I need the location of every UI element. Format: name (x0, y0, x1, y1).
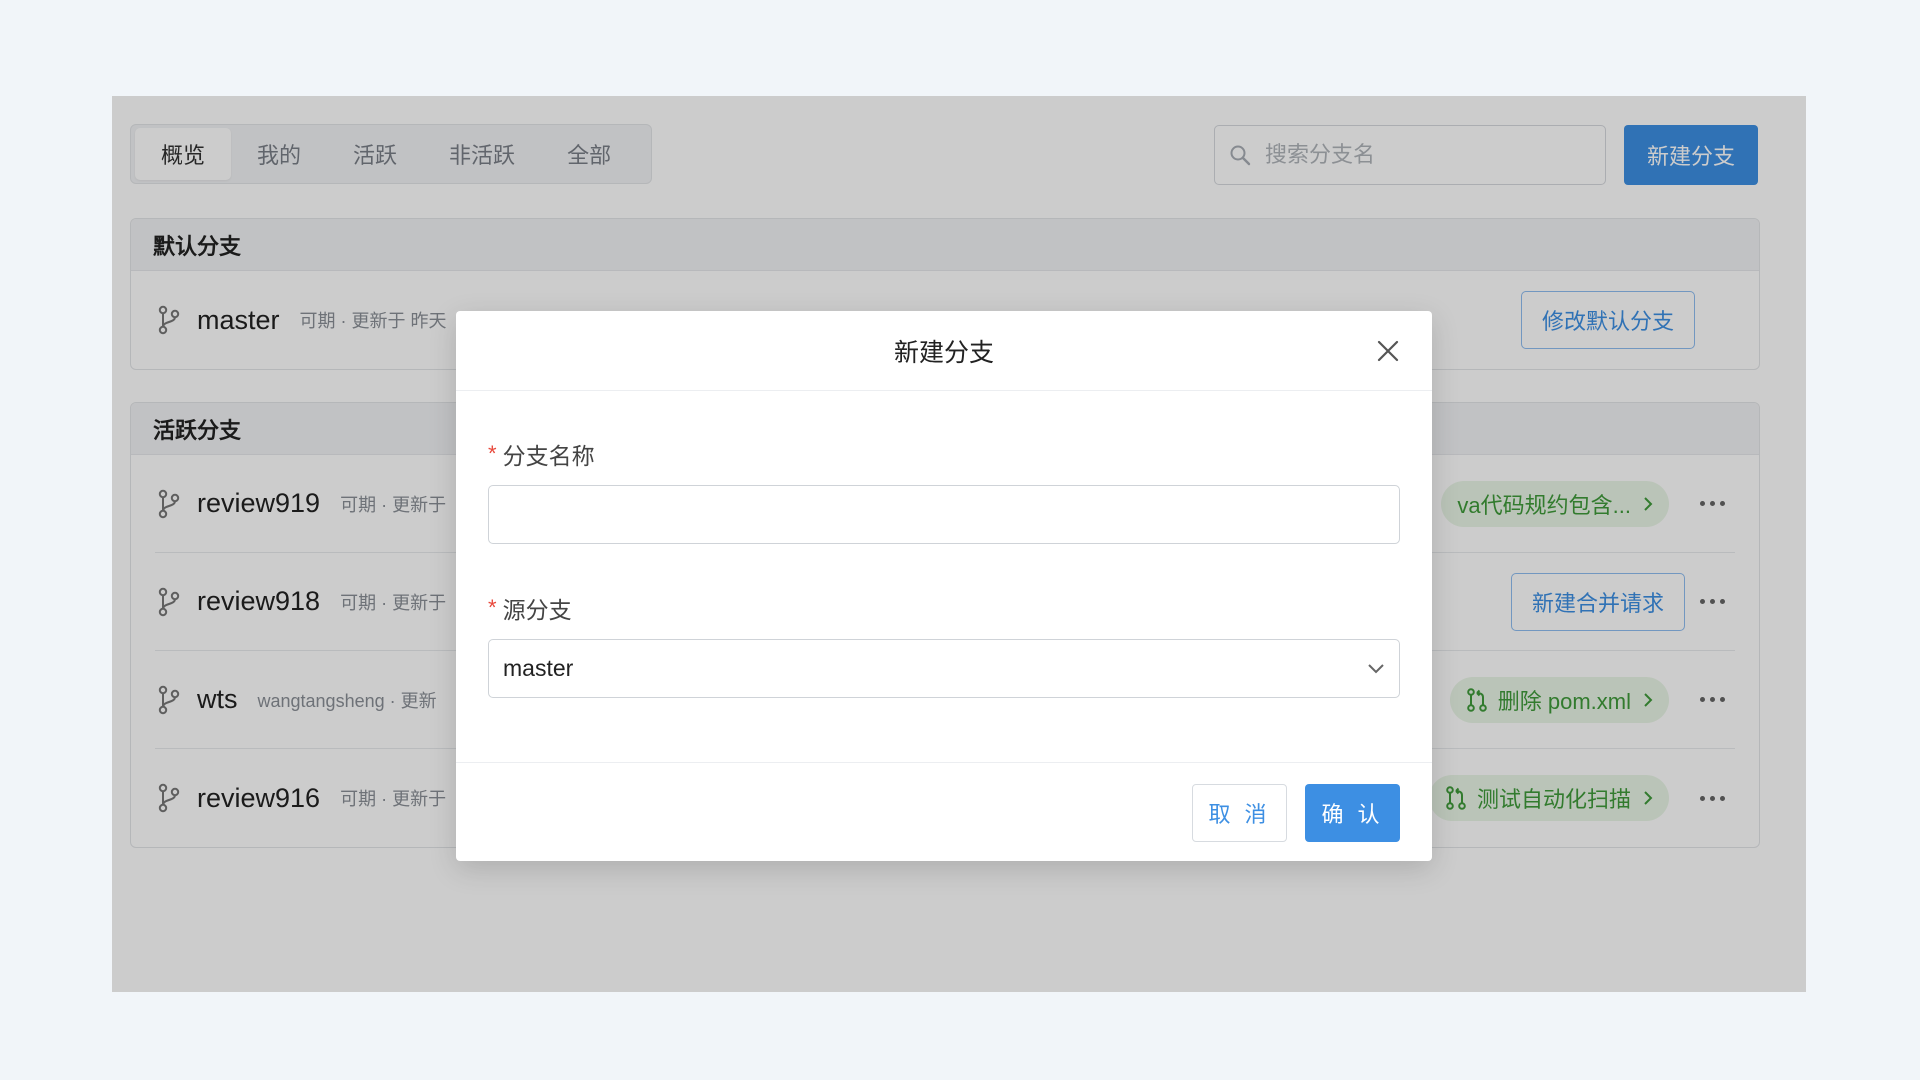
source-branch-label: * 源分支 (488, 591, 572, 625)
new-branch-dialog: 新建分支 * 分支名称 * 源分支 master 取 消 确 认 (456, 311, 1432, 861)
source-branch-select[interactable]: master (488, 639, 1400, 698)
source-branch-value: master (503, 655, 574, 681)
branch-name-label: * 分支名称 (488, 437, 595, 471)
required-mark: * (488, 441, 497, 466)
dialog-header: 新建分支 (456, 311, 1432, 391)
required-mark: * (488, 595, 497, 620)
chevron-down-icon (1368, 663, 1384, 673)
confirm-button[interactable]: 确 认 (1305, 784, 1400, 842)
source-branch-label-text: 源分支 (502, 597, 572, 623)
dialog-title: 新建分支 (893, 338, 994, 367)
branch-name-label-text: 分支名称 (502, 443, 595, 469)
branch-name-input[interactable] (488, 485, 1400, 544)
dialog-footer: 取 消 确 认 (456, 762, 1432, 861)
close-icon[interactable] (1376, 339, 1400, 363)
cancel-button[interactable]: 取 消 (1192, 784, 1287, 842)
